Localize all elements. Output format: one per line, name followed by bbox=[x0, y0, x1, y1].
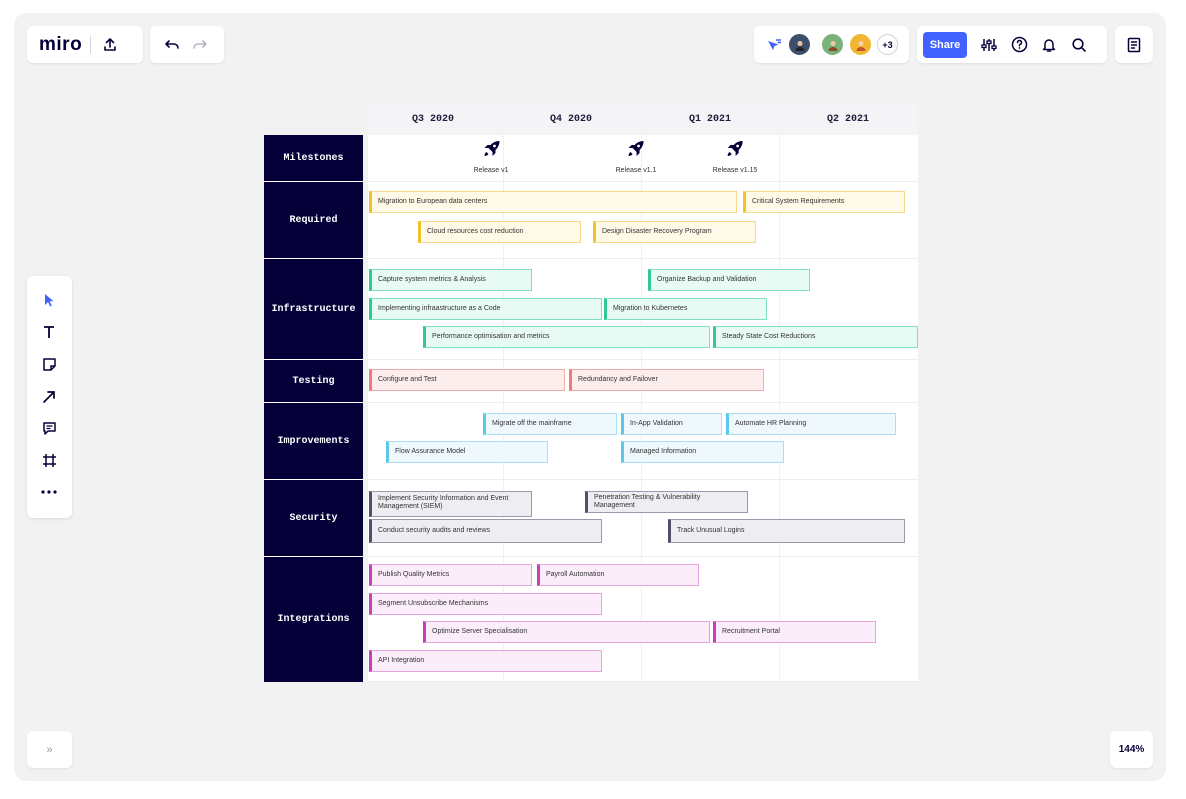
collaborator-avatar[interactable] bbox=[848, 32, 873, 57]
miro-logo[interactable]: miro bbox=[39, 34, 82, 56]
follow-cursor-icon[interactable] bbox=[764, 35, 784, 55]
milestone[interactable]: Release v1.1 bbox=[615, 139, 657, 174]
left-toolbar bbox=[27, 276, 72, 518]
category-label: Required bbox=[289, 214, 338, 226]
frame-icon[interactable] bbox=[37, 448, 61, 472]
quarter-divider bbox=[641, 135, 642, 682]
category-label: Integrations bbox=[277, 614, 350, 625]
milestone[interactable]: Release v1 bbox=[473, 139, 509, 174]
milestone-label: Release v1.1 bbox=[615, 167, 657, 174]
settings-sliders-icon[interactable] bbox=[979, 35, 999, 55]
category-label: Security bbox=[289, 512, 338, 524]
history-panel bbox=[150, 26, 224, 63]
actions-panel: Share bbox=[917, 26, 1107, 63]
milestone-label: Release v1.15 bbox=[712, 167, 758, 174]
notes-icon[interactable] bbox=[1124, 35, 1144, 55]
help-icon[interactable] bbox=[1009, 35, 1029, 55]
task-card[interactable]: Automate HR Planning bbox=[726, 413, 896, 435]
task-card[interactable]: Migrate off the mainframe bbox=[483, 413, 617, 435]
select-icon[interactable] bbox=[37, 288, 61, 312]
category-label: Infrastructure bbox=[271, 303, 356, 315]
sticky-note-icon[interactable] bbox=[37, 352, 61, 376]
quarter-label: Q3 2020 bbox=[411, 114, 455, 125]
task-card[interactable]: Design Disaster Recovery Program bbox=[593, 221, 756, 243]
milestone-label: Release v1 bbox=[473, 167, 509, 174]
task-card[interactable]: Migration to Kubernetes bbox=[604, 298, 767, 320]
more-icon[interactable] bbox=[37, 480, 61, 504]
expand-chevron-icon: » bbox=[46, 743, 53, 756]
category-integrations: Integrations bbox=[264, 557, 363, 682]
task-card[interactable]: Payroll Automation bbox=[537, 564, 699, 586]
task-card[interactable]: Capture system metrics & Analysis bbox=[369, 269, 532, 291]
collaborators-panel: +3 bbox=[754, 26, 909, 63]
task-card[interactable]: Performance optimisation and metrics bbox=[423, 326, 710, 348]
zoom-panel[interactable]: 144% bbox=[1110, 731, 1153, 768]
zoom-level[interactable]: 144% bbox=[1119, 744, 1145, 755]
search-icon[interactable] bbox=[1069, 35, 1089, 55]
task-card[interactable]: Cloud resources cost reduction bbox=[418, 221, 581, 243]
undo-icon[interactable] bbox=[162, 35, 182, 55]
top-left-panel: miro bbox=[27, 26, 143, 63]
quarter-label: Q2 2021 bbox=[826, 114, 870, 125]
category-improvements: Improvements bbox=[264, 403, 363, 480]
task-card[interactable]: Publish Quality Metrics bbox=[369, 564, 532, 586]
quarter-label: Q4 2020 bbox=[549, 114, 593, 125]
task-card[interactable]: Segment Unsubscribe Mechanisms bbox=[369, 593, 602, 615]
milestone[interactable]: Release v1.15 bbox=[712, 139, 758, 174]
task-card[interactable]: Implement Security Information and Event… bbox=[369, 491, 532, 517]
share-button[interactable]: Share bbox=[923, 31, 967, 58]
task-card[interactable]: In-App Validation bbox=[621, 413, 722, 435]
task-card[interactable]: Optimize Server Specialisation bbox=[423, 621, 710, 643]
category-milestones: Milestones bbox=[264, 135, 363, 182]
category-label: Testing bbox=[292, 375, 335, 387]
rocket-icon bbox=[725, 141, 745, 163]
category-label: Improvements bbox=[277, 435, 350, 447]
task-card[interactable]: Migration to European data centers bbox=[369, 191, 737, 213]
task-card[interactable]: API Integration bbox=[369, 650, 602, 672]
category-testing: Testing bbox=[264, 360, 363, 403]
roadmap-board[interactable]: Q3 2020 Q4 2020 Q1 2021 Q2 2021 Mileston… bbox=[264, 102, 918, 682]
task-card[interactable]: Track Unusual Logins bbox=[668, 519, 905, 543]
task-card[interactable]: Steady State Cost Reductions bbox=[713, 326, 918, 348]
comment-icon[interactable] bbox=[37, 416, 61, 440]
category-security: Security bbox=[264, 480, 363, 557]
rocket-icon bbox=[626, 141, 646, 163]
redo-icon[interactable] bbox=[190, 35, 210, 55]
task-card[interactable]: Redundancy and Failover bbox=[569, 369, 764, 391]
task-card[interactable]: Configure and Test bbox=[369, 369, 565, 391]
rocket-icon bbox=[481, 141, 501, 163]
task-card[interactable]: Managed Information bbox=[621, 441, 784, 463]
quarter-divider bbox=[779, 135, 780, 682]
more-collaborators-badge[interactable]: +3 bbox=[877, 34, 898, 55]
task-card[interactable]: Recruitment Portal bbox=[713, 621, 876, 643]
task-card[interactable]: Critical System Requirements bbox=[743, 191, 905, 213]
quarter-label: Q1 2021 bbox=[688, 114, 732, 125]
notifications-bell-icon[interactable] bbox=[1039, 35, 1059, 55]
task-card[interactable]: Penetration Testing & Vulnerability Mana… bbox=[585, 491, 748, 513]
arrow-icon[interactable] bbox=[37, 384, 61, 408]
task-card[interactable]: Conduct security audits and reviews bbox=[369, 519, 602, 543]
task-card[interactable]: Flow Assurance Model bbox=[386, 441, 548, 463]
collaborator-avatar[interactable] bbox=[820, 32, 845, 57]
category-infrastructure: Infrastructure bbox=[264, 259, 363, 360]
text-icon[interactable] bbox=[37, 320, 61, 344]
task-card[interactable]: Implementing infraastructure as a Code bbox=[369, 298, 602, 320]
category-required: Required bbox=[264, 182, 363, 259]
task-card[interactable]: Organize Backup and Validation bbox=[648, 269, 810, 291]
divider bbox=[90, 35, 92, 54]
expand-panel-button[interactable]: » bbox=[27, 731, 72, 768]
export-icon[interactable] bbox=[99, 34, 121, 56]
collaborator-avatar[interactable] bbox=[787, 32, 812, 57]
category-label: Milestones bbox=[283, 152, 344, 164]
board-list-panel bbox=[1115, 26, 1153, 63]
